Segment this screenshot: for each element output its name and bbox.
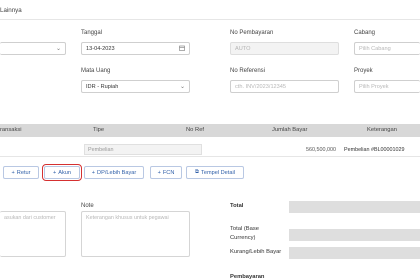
dp-lebih-bayar-button[interactable]: + DP/Lebih Bayar xyxy=(84,166,144,179)
chevron-down-icon: ⌄ xyxy=(179,84,185,90)
total-base-label-2: Currency) xyxy=(230,235,256,241)
col-keterangan: Keterangan xyxy=(367,127,397,133)
pembayaran-label: Pembayaran xyxy=(230,274,265,280)
total-value xyxy=(289,201,420,213)
plus-icon: + xyxy=(11,169,15,176)
table-header: ransaksi Tipe No Ref Jumlah Bayar Ketera… xyxy=(0,124,420,137)
retur-button[interactable]: + Retur xyxy=(3,166,39,179)
col-transaksi: ransaksi xyxy=(0,127,22,133)
plus-icon: + xyxy=(157,169,161,176)
kurang-lebih-bayar-label: Kurang/Lebih Bayar xyxy=(230,249,282,255)
calendar-icon[interactable] xyxy=(179,45,185,53)
no-pembayaran-input: AUTO xyxy=(230,42,339,55)
proyek-select[interactable]: Pilih Proyek xyxy=(354,80,420,93)
total-base-value xyxy=(289,229,420,241)
no-referensi-label: No Referensi xyxy=(230,68,266,74)
tanggal-label: Tanggal xyxy=(81,30,103,36)
mata-uang-select[interactable]: IDR - Rupiah ⌄ xyxy=(81,80,190,93)
copy-icon: ⧉ xyxy=(195,169,200,175)
plus-icon: + xyxy=(91,169,96,176)
cabang-label: Cabang xyxy=(354,30,376,36)
cabang-select[interactable]: Pilih Cabang xyxy=(354,42,420,55)
row-tipe: Pembelian xyxy=(84,144,202,155)
note-textarea[interactable]: Keterangan khusus untuk pegawai xyxy=(81,211,190,257)
tab-lainnya[interactable]: Lainnya xyxy=(0,7,22,14)
fcn-button[interactable]: + FCN xyxy=(150,166,182,179)
tanggal-input[interactable]: 13-04-2023 xyxy=(81,42,190,55)
col-tipe: Tipe xyxy=(93,127,105,133)
left-dropdown[interactable]: ⌄ xyxy=(0,42,66,55)
proyek-label: Proyek xyxy=(354,68,373,74)
col-no-ref: No Ref xyxy=(186,127,205,133)
total-label: Total xyxy=(230,203,244,209)
akun-button[interactable]: + Akun xyxy=(42,164,82,181)
customer-message-textarea[interactable]: asukan dari customer xyxy=(0,211,66,257)
row-jumlah-bayar: 560,500,000 xyxy=(306,147,336,153)
kurang-lebih-bayar-value xyxy=(289,247,420,259)
tempel-detail-button[interactable]: ⧉ Tempel Detail xyxy=(186,166,244,179)
no-pembayaran-label: No Pembayaran xyxy=(230,30,274,36)
plus-icon: + xyxy=(52,169,57,176)
mata-uang-label: Mata Uang xyxy=(81,68,111,74)
row-keterangan: Pembelian #BL00001029 xyxy=(344,147,405,153)
total-base-label-1: Total (Base xyxy=(230,226,259,232)
note-label: Note xyxy=(81,203,94,209)
col-jumlah-bayar: Jumlah Bayar xyxy=(272,127,308,133)
chevron-down-icon: ⌄ xyxy=(55,46,61,52)
tab-divider xyxy=(0,19,420,20)
no-referensi-input[interactable]: cth. INV/2023/12345 xyxy=(230,80,339,93)
